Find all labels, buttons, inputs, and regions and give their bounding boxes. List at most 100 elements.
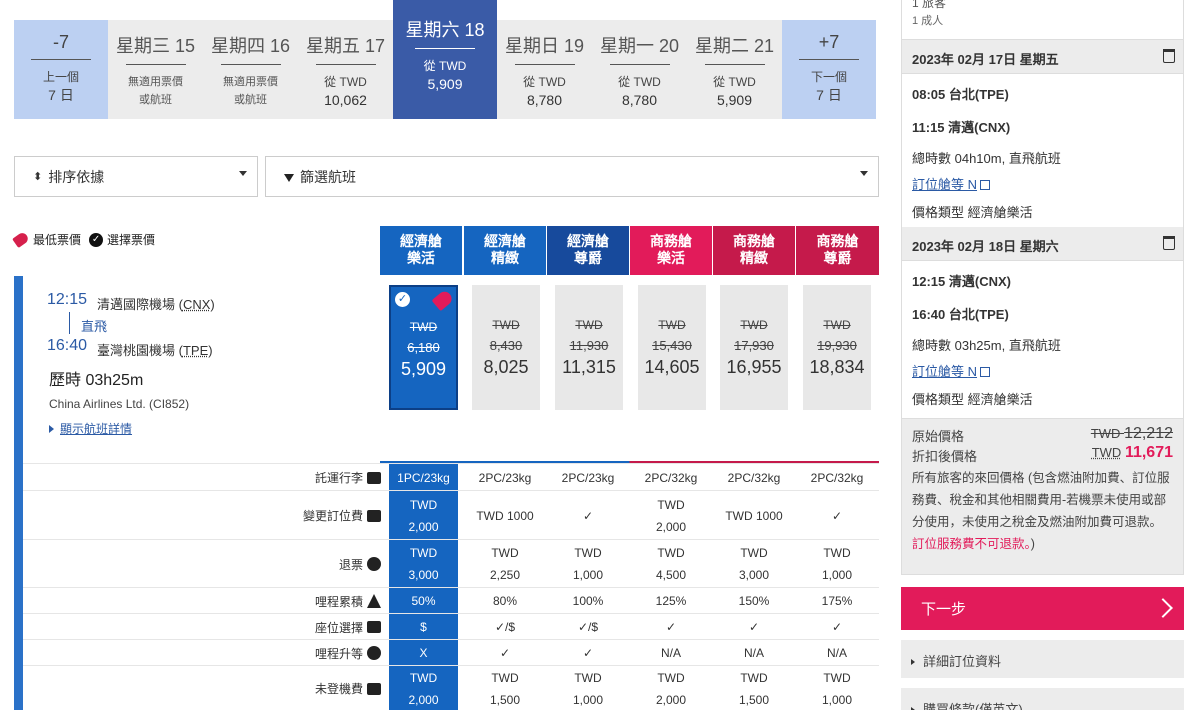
flight-accent-bar	[14, 276, 23, 710]
prev-days-label: -7	[14, 32, 108, 53]
upgrade-icon	[367, 646, 381, 660]
fare-discounted: 8,025	[472, 357, 540, 378]
chevron-right-icon	[1153, 598, 1173, 618]
external-link-icon	[980, 180, 990, 190]
segment-departure: 08:05 台北(TPE)	[912, 84, 1009, 103]
feature-cell-line: 2PC/32kg	[796, 467, 878, 489]
feature-cell-line: ✓	[464, 642, 546, 664]
feature-cell-line: TWD	[630, 667, 712, 689]
booking-class-link[interactable]: 訂位艙等 N	[912, 174, 990, 193]
feature-label-text: 託運行李	[315, 469, 363, 486]
prev-days-text: 上一個	[14, 68, 108, 86]
price-note: 所有旅客的來回價格 (包含燃油附加費、訂位服務費、稅金和其他相關費用-若機票未使…	[912, 467, 1174, 555]
fare-card-eco-premium[interactable]: TWD 11,930 11,315	[555, 285, 623, 410]
booking-class-link[interactable]: 訂位艙等 N	[912, 361, 990, 380]
feature-label: 未登機費	[23, 666, 381, 710]
cabin-fare-type: 樂活	[630, 250, 712, 267]
trash-icon[interactable]	[1163, 49, 1175, 63]
feature-cell-line: 1PC/23kg	[389, 467, 458, 489]
date-price: 5,909	[393, 75, 497, 93]
feature-cell-line: 2,250	[464, 564, 546, 586]
feature-cell: ✓/$	[547, 614, 629, 640]
fare-currency: TWD	[720, 318, 788, 332]
date-sat-18-selected[interactable]: 星期六 18 從 TWD 5,909	[393, 0, 497, 119]
fare-card-eco-lite-selected[interactable]: ✓ TWD 6,180 5,909	[389, 285, 458, 410]
sort-dropdown[interactable]: ⬍ 排序依據	[14, 156, 258, 197]
feature-cell: ✓	[796, 491, 878, 540]
feature-cell-line: 2,000	[389, 516, 458, 538]
feature-label: 哩程升等	[23, 640, 381, 666]
feature-cell-line: 175%	[796, 590, 878, 612]
original-price: TWD 12,212	[1091, 425, 1173, 443]
date-from: 從 TWD	[592, 73, 687, 91]
passenger-count-header: 1 旅客	[912, 0, 1173, 11]
filter-dropdown[interactable]: 篩選航班	[265, 156, 879, 197]
date-thu-16[interactable]: 星期四 16 無適用票價 或航班	[203, 20, 298, 119]
next-step-button[interactable]: 下一步	[901, 587, 1184, 630]
price-note-text: 所有旅客的來回價格 (包含燃油附加費、訂位服務費、稅金和其他相關費用-若機票未使…	[912, 471, 1170, 529]
discounted-price: TWD 11,671	[1092, 444, 1173, 462]
flight-info: 12:15 清邁國際機場 (CNX) 直飛 16:40 臺灣桃園機場 (TPE)…	[23, 276, 379, 463]
cabin-class: 商務艙	[796, 233, 879, 250]
feature-row: 退票 TWD 3,000 TWD 2,250 TWD 1,000 TWD 4,500 TWD 3,0…	[23, 539, 879, 587]
prev-7-days-button[interactable]: -7 上一個 7 日	[14, 20, 108, 119]
feature-cell: ✓	[464, 640, 546, 666]
feature-cell-line: ✓	[713, 616, 795, 638]
date-sun-19[interactable]: 星期日 19 從 TWD 8,780	[497, 20, 592, 119]
date-tue-21[interactable]: 星期二 21 從 TWD 5,909	[687, 20, 782, 119]
non-refundable-note: 訂位服務費不可退款。	[912, 537, 1031, 551]
feature-cell: ✓	[630, 614, 712, 640]
cabin-header-eco-lite: 經濟艙 樂活	[380, 226, 462, 275]
cabin-header-eco-premium: 經濟艙 尊爵	[547, 226, 629, 275]
cabin-header-bus-premium: 商務艙 尊爵	[796, 226, 879, 275]
feature-cell: TWD 1,500	[713, 666, 795, 710]
fare-original: 6,180	[391, 340, 456, 355]
feature-cell-line: 1,500	[713, 689, 795, 710]
next-7-days-button[interactable]: +7 下一個 7 日	[782, 20, 876, 119]
feature-cell-line: 2PC/32kg	[630, 467, 712, 489]
date-strip: -7 上一個 7 日 星期三 15 無適用票價 或航班 星期四 16 無適用票價…	[14, 20, 879, 119]
segment-1-date: 2023年 02月 17日 星期五	[901, 40, 1184, 74]
arrival-airport: 臺灣桃園機場 (TPE)	[97, 340, 213, 359]
original-price-currency: TWD	[1091, 426, 1121, 441]
feature-cell-line: 80%	[464, 590, 546, 612]
suitcase-icon	[367, 472, 381, 484]
legend-selected: 選擇票價	[107, 231, 155, 248]
date-status: 無適用票價	[108, 73, 203, 91]
passenger-count: 1 成人	[912, 12, 1173, 28]
feature-cell-line: ✓	[796, 616, 878, 638]
feature-cell: 2PC/32kg	[796, 464, 878, 491]
sort-label: 排序依據	[48, 167, 104, 187]
cabin-class: 商務艙	[630, 233, 712, 250]
fare-original: 8,430	[472, 338, 540, 353]
feature-cell-line: TWD	[713, 542, 795, 564]
fare-card-bus-lite[interactable]: TWD 15,430 14,605	[638, 285, 706, 410]
fare-card-bus-classic[interactable]: TWD 17,930 16,955	[720, 285, 788, 410]
chevron-down-icon	[860, 171, 868, 176]
fare-card-eco-classic[interactable]: TWD 8,430 8,025	[472, 285, 540, 410]
feature-cell-line: X	[389, 642, 458, 664]
date-wed-15[interactable]: 星期三 15 無適用票價 或航班	[108, 20, 203, 119]
show-flight-details-link[interactable]: 顯示航班詳情	[49, 420, 132, 437]
feature-label: 變更訂位費	[23, 491, 381, 540]
booking-details-accordion[interactable]: 詳細訂位資料	[901, 640, 1184, 678]
price-note-end: )	[1031, 537, 1035, 551]
seat-icon	[367, 621, 381, 633]
feature-cell: TWD 1,000	[796, 540, 878, 588]
terms-accordion[interactable]: 購買條款(僅英文)	[901, 688, 1184, 710]
date-from: 從 TWD	[298, 73, 393, 91]
date-fri-17[interactable]: 星期五 17 從 TWD 10,062	[298, 20, 393, 119]
feature-cell-line: TWD	[389, 667, 458, 689]
trash-icon[interactable]	[1163, 236, 1175, 250]
airline-flight-number: China Airlines Ltd. (CI852)	[49, 397, 189, 411]
feature-cell-line: 1,500	[464, 689, 546, 710]
feature-cell-line: $	[389, 616, 458, 638]
fare-discounted: 16,955	[720, 357, 788, 378]
date-mon-20[interactable]: 星期一 20 從 TWD 8,780	[592, 20, 687, 119]
fare-card-bus-premium[interactable]: TWD 19,930 18,834	[803, 285, 871, 410]
date-name: 星期六 18	[393, 16, 497, 42]
feature-cell: TWD 2,000	[389, 666, 458, 710]
feature-cell-line: TWD 1000	[464, 505, 546, 527]
external-link-icon	[980, 367, 990, 377]
filter-label: 篩選航班	[300, 167, 356, 187]
